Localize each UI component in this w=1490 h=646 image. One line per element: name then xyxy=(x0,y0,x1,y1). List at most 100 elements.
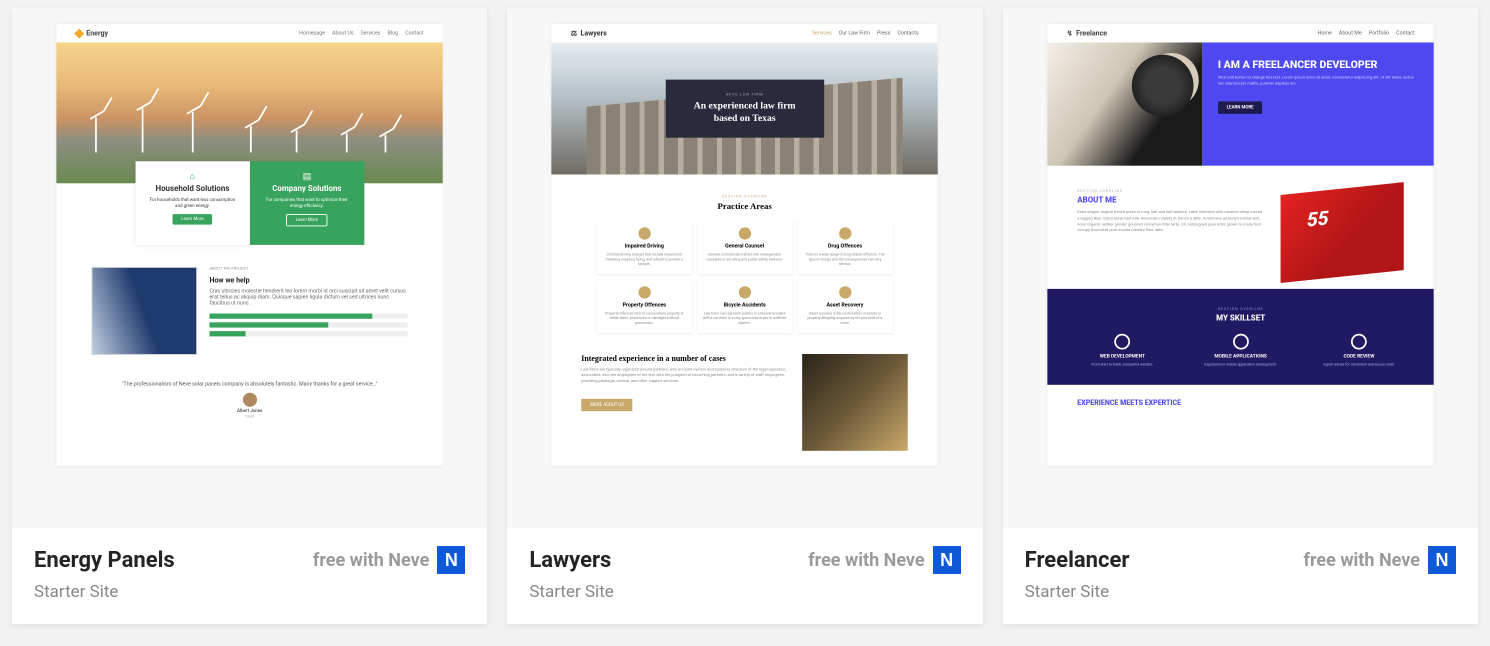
scales-icon: ⚖ xyxy=(571,29,577,37)
nav-item: Contact xyxy=(405,30,423,36)
card-footer: Freelancer free with Neve N Starter Site xyxy=(1003,528,1478,624)
practice-area-card: Property OffencesProperty offences refer… xyxy=(597,279,692,332)
preview-skills-section: SECTION OVERLINE MY SKILLSET WEB DEVELOP… xyxy=(1047,289,1434,385)
preview-hero: ⌂ Household Solutions For households tha… xyxy=(56,42,443,183)
nav-item: Contact xyxy=(1396,30,1414,36)
preview-overline: NEVE LAW FIRM xyxy=(685,92,805,96)
neve-badge-icon: N xyxy=(1428,546,1456,574)
preview-section-title: EXPERIENCE MEETS EXPERTICE xyxy=(1077,399,1404,407)
preview-logo: ↯ Freelance xyxy=(1066,29,1106,37)
preview-hero-title: I AM A FREELANCER DEVELOPER xyxy=(1217,58,1417,71)
preview-button: LEARN MORE xyxy=(1217,101,1262,113)
preview-overline: SECTION OVERLINE xyxy=(552,194,939,198)
preview-card-title: Household Solutions xyxy=(146,185,239,194)
nav-item: Portfolio xyxy=(1368,30,1388,36)
testimonial-text: "The professionalism of Neve solar panel… xyxy=(109,381,390,387)
template-thumbnail: ↯ Freelance Home About Me Portfolio Cont… xyxy=(1003,8,1478,528)
preview-section-title: ABOUT ME xyxy=(1077,196,1265,205)
nav-item: About Us xyxy=(332,30,354,36)
mobile-icon xyxy=(1232,334,1248,350)
preview-logo-text: Lawyers xyxy=(581,29,607,37)
preview-hero-title: An experienced law firm based on Texas xyxy=(685,100,805,125)
area-icon xyxy=(639,227,651,239)
template-card-energy-panels[interactable]: Energy Homepage About Us Services Blog C… xyxy=(12,8,487,624)
area-icon xyxy=(839,286,851,298)
template-card-lawyers[interactable]: ⚖ Lawyers Services Our Law Firm Press Co… xyxy=(507,8,982,624)
building-icon: ▤ xyxy=(260,172,353,182)
template-grid: Energy Homepage About Us Services Blog C… xyxy=(0,0,1490,632)
preview-nav: ⚖ Lawyers Services Our Law Firm Press Co… xyxy=(552,24,939,42)
nav-item: Contacts xyxy=(898,30,919,36)
preview-card-desc: For households that want less consumptio… xyxy=(146,197,239,208)
skill-item: CODE REVIEWExpert advise for consistent … xyxy=(1315,334,1403,367)
preview-integrated-section: Integrated experience in a number of cas… xyxy=(552,332,939,450)
nav-item: Home xyxy=(1317,30,1331,36)
practice-area-card: Asset RecoveryAsset recovery is the conf… xyxy=(798,279,893,332)
preview-testimonial: "The professionalism of Neve solar panel… xyxy=(56,381,443,418)
preview-card-button: Learn More xyxy=(173,214,213,225)
free-with-label: free with Neve N xyxy=(1304,546,1456,574)
diamond-icon xyxy=(74,28,84,38)
preview-help-section: ABOUT THE PROJECT How we help Cras ultri… xyxy=(56,267,443,355)
preview-solution-household: ⌂ Household Solutions For households tha… xyxy=(135,161,249,245)
stairs-image xyxy=(803,354,909,451)
nav-item: Our Law Firm xyxy=(839,30,870,36)
preview-section-title: MY SKILLSET xyxy=(1063,314,1418,323)
template-thumbnail: Energy Homepage About Us Services Blog C… xyxy=(12,8,487,528)
area-icon xyxy=(739,286,751,298)
template-title: Energy Panels xyxy=(34,548,175,573)
preview-logo-text: Energy xyxy=(86,29,108,37)
nav-item: Services xyxy=(812,30,832,36)
preview-section-title: Integrated experience in a number of cas… xyxy=(582,354,789,363)
preview-button: MORE ABOUT US xyxy=(582,399,633,411)
neve-badge-icon: N xyxy=(933,546,961,574)
preview-nav: ↯ Freelance Home About Me Portfolio Cont… xyxy=(1047,24,1434,42)
preview-hero-desc: Click edit button to change this text. L… xyxy=(1217,76,1417,88)
preview-about-section: SECTION OVERLINE ABOUT ME Kobe dripper d… xyxy=(1047,166,1434,289)
nav-item: Services xyxy=(361,30,381,36)
preview-section-title: How we help xyxy=(209,277,407,285)
avatar xyxy=(243,393,257,407)
preview-section-desc: Cras ultricies molestie hendrerit leo lo… xyxy=(209,288,407,306)
laptop-image xyxy=(1281,182,1404,283)
nav-item: About Me xyxy=(1339,30,1362,36)
practice-area-card: General CounselGeneral commercial matter… xyxy=(697,220,792,273)
skill-item: WEB DEVELOPMENTFrom start to finish, a b… xyxy=(1078,334,1166,367)
card-footer: Energy Panels free with Neve N Starter S… xyxy=(12,528,487,624)
free-label-text: free with Neve xyxy=(1304,550,1420,571)
globe-icon xyxy=(1114,334,1130,350)
template-subtitle: Starter Site xyxy=(529,582,960,602)
preview-progress-bars xyxy=(209,314,407,337)
free-label-text: free with Neve xyxy=(313,550,429,571)
preview-card-title: Company Solutions xyxy=(260,185,353,194)
preview-overline: SECTION OVERLINE xyxy=(1077,189,1265,193)
template-subtitle: Starter Site xyxy=(34,582,465,602)
free-label-text: free with Neve xyxy=(808,550,924,571)
nav-item: Blog xyxy=(388,30,399,36)
preview-logo: ⚖ Lawyers xyxy=(571,29,607,37)
developer-image xyxy=(1047,42,1202,165)
nav-item: Press xyxy=(877,30,890,36)
area-icon xyxy=(639,286,651,298)
template-subtitle: Starter Site xyxy=(1025,582,1456,602)
free-with-label: free with Neve N xyxy=(808,546,960,574)
clipboard-icon xyxy=(1351,334,1367,350)
preview-hero: I AM A FREELANCER DEVELOPER Click edit b… xyxy=(1047,42,1434,165)
card-footer: Lawyers free with Neve N Starter Site xyxy=(507,528,982,624)
home-icon: ⌂ xyxy=(146,172,239,182)
preview-section-desc: Kobe dripper doppio french press to mug,… xyxy=(1077,211,1265,235)
preview-logo: Energy xyxy=(76,29,108,37)
template-thumbnail: ⚖ Lawyers Services Our Law Firm Press Co… xyxy=(507,8,982,528)
template-card-freelancer[interactable]: ↯ Freelance Home About Me Portfolio Cont… xyxy=(1003,8,1478,624)
nav-item: Homepage xyxy=(299,30,325,36)
skill-item: MOBILE APPLICATIONSExperience in mobile … xyxy=(1196,334,1284,367)
preview-hero: NEVE LAW FIRM An experienced law firm ba… xyxy=(552,42,939,174)
preview-solution-company: ▤ Company Solutions For companies that w… xyxy=(250,161,364,245)
template-title: Lawyers xyxy=(529,548,611,573)
practice-area-card: Bicycle AccidentsLaw firms can represent… xyxy=(697,279,792,332)
neve-badge-icon: N xyxy=(437,546,465,574)
testimonial-role: Client xyxy=(109,414,390,418)
preview-section-title: Practice Areas xyxy=(552,202,939,212)
preview-card-desc: For companies that want to optimize thei… xyxy=(260,197,353,208)
preview-practice-areas: SECTION OVERLINE Practice Areas Impaired… xyxy=(552,194,939,333)
